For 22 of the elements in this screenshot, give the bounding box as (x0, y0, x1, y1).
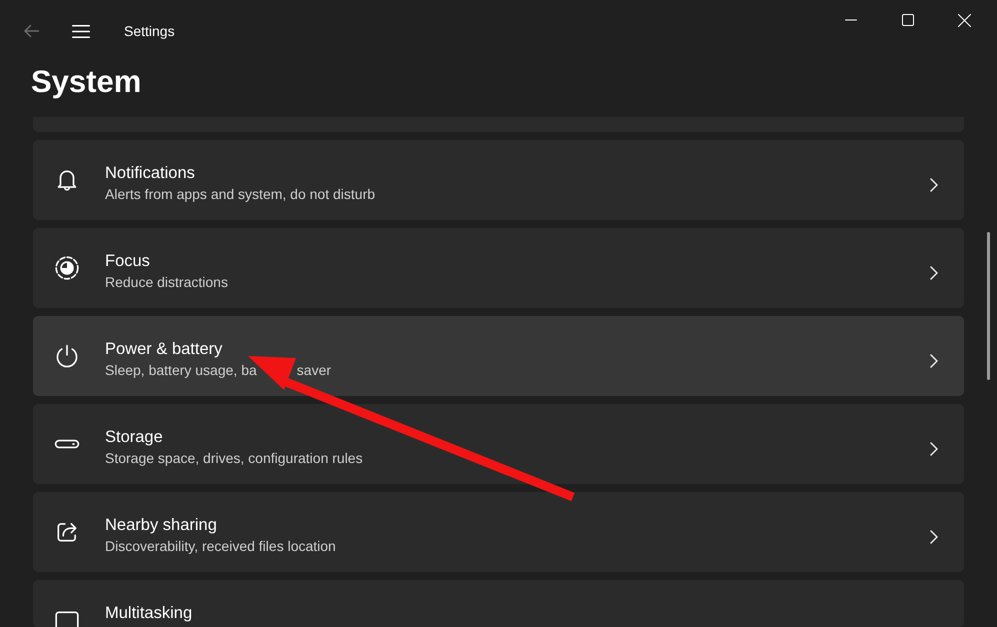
back-arrow-icon (24, 25, 38, 37)
settings-item[interactable]: Multitasking (33, 580, 964, 627)
settings-item[interactable]: Nearby sharing Discoverability, received files location (33, 492, 964, 572)
scrollbar-thumb[interactable] (987, 232, 990, 380)
window-icon (54, 608, 80, 627)
dashed-circle-icon (54, 255, 80, 281)
settings-item[interactable]: Notifications Alerts from apps and system, do not disturb (33, 140, 964, 220)
close-icon (958, 14, 971, 26)
settings-item[interactable]: Focus Reduce distractions (33, 228, 964, 308)
page-title: System (31, 63, 142, 101)
chevron-right-icon (930, 178, 938, 192)
menu-icon (72, 24, 90, 38)
chevron-right-icon (930, 266, 938, 280)
maximize-icon (902, 14, 914, 26)
settings-item[interactable]: Storage Storage space, drives, configuration rules (33, 404, 964, 484)
minimize-icon (844, 19, 856, 21)
window-title: Settings (124, 22, 175, 40)
chevron-right-icon (930, 354, 938, 368)
settings-item[interactable]: Power & battery Sleep, battery usage, ba saver (33, 316, 964, 396)
chevron-right-icon (930, 442, 938, 456)
chevron-right-icon (930, 530, 938, 544)
power-symbol-icon (54, 343, 80, 369)
